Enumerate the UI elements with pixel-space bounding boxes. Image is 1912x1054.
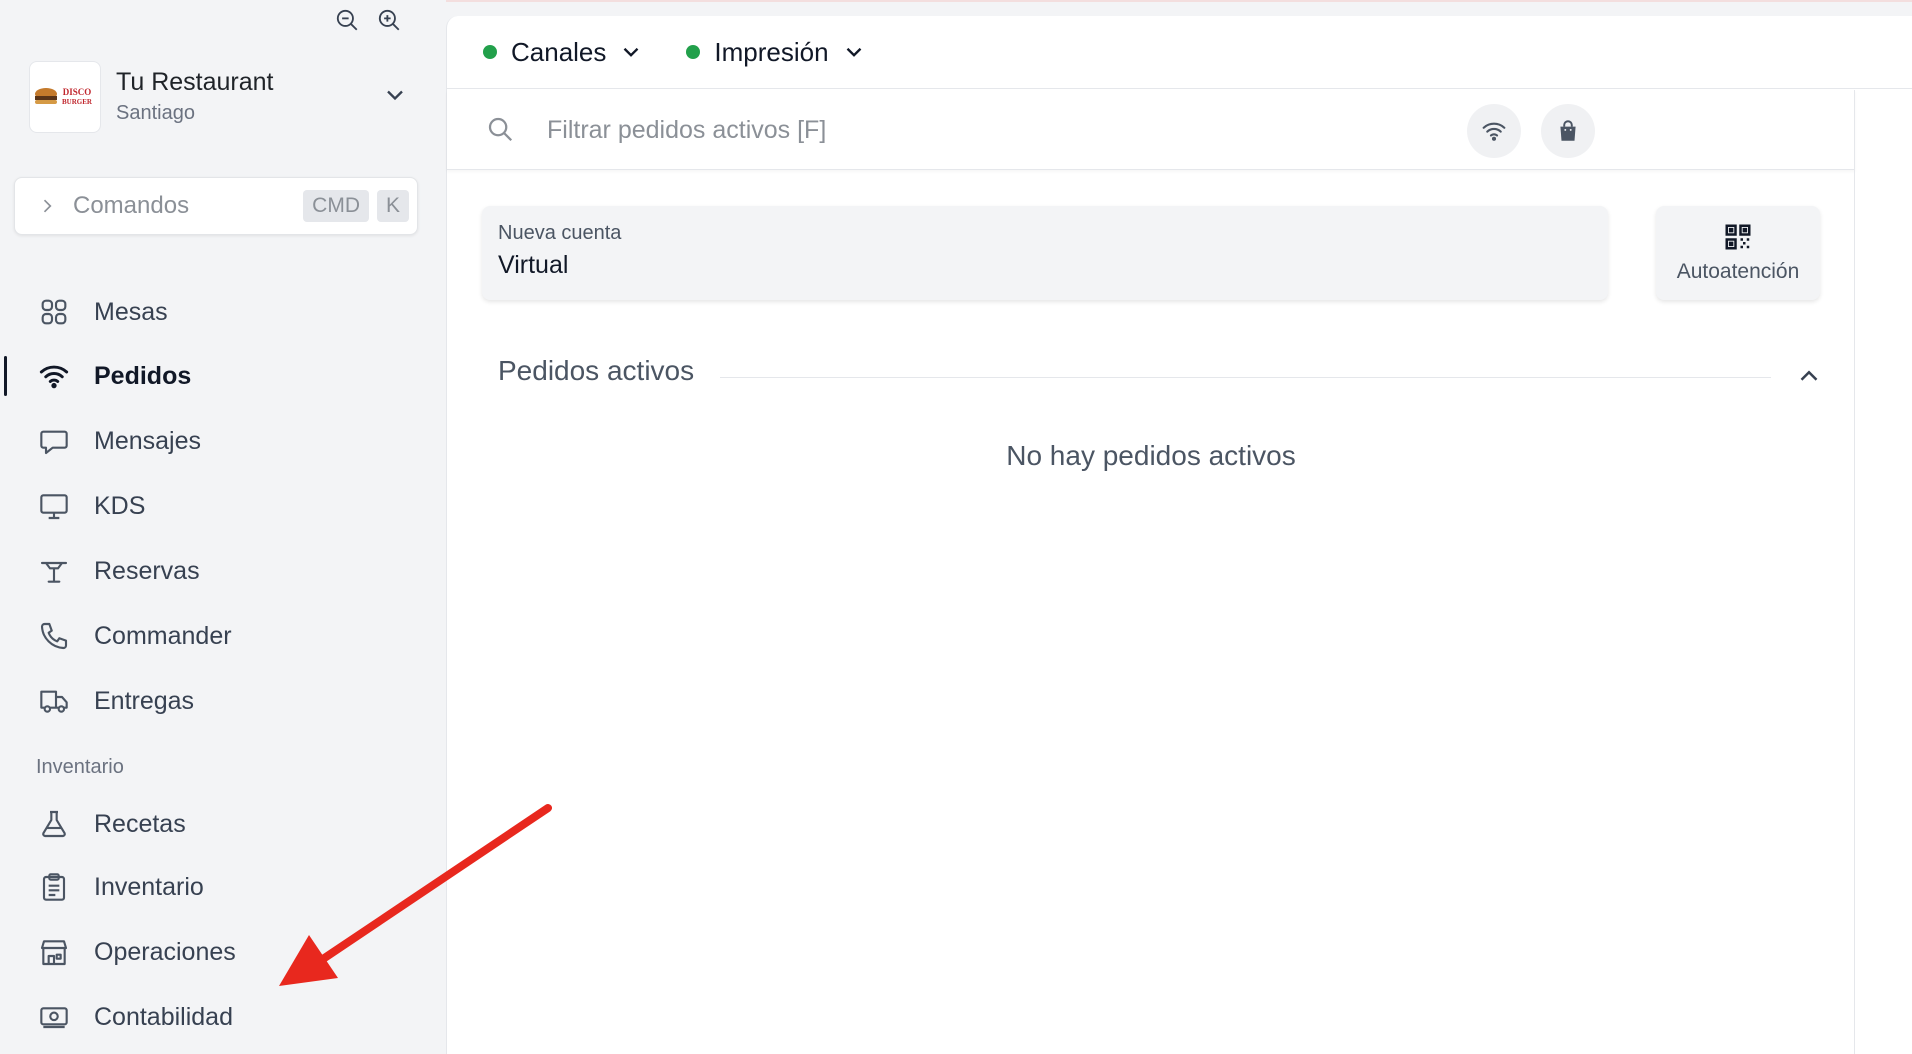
active-orders-heading: Pedidos activos bbox=[498, 355, 695, 386]
sidebar-item-contabilidad[interactable]: Contabilidad bbox=[38, 997, 233, 1037]
sidebar-item-kds[interactable]: KDS bbox=[38, 486, 145, 526]
sidebar-item-label: Contabilidad bbox=[94, 1002, 233, 1031]
chevron-down-icon bbox=[624, 47, 639, 57]
sidebar-item-label: KDS bbox=[94, 491, 146, 520]
grid-icon bbox=[41, 299, 67, 325]
chat-bubble-icon bbox=[40, 430, 68, 455]
qr-code-icon bbox=[1725, 224, 1751, 250]
command-palette-button[interactable]: Comandos CMD K bbox=[14, 177, 418, 235]
self-service-label: Autoatención bbox=[1676, 260, 1800, 283]
wifi-orders-button[interactable] bbox=[1467, 104, 1521, 158]
svg-text:DISCO: DISCO bbox=[63, 87, 92, 97]
new-account-title: Nueva cuenta bbox=[498, 222, 622, 244]
sidebar-item-label: Recetas bbox=[94, 809, 186, 838]
store-icon bbox=[40, 940, 68, 966]
sidebar: DISCO BURGER Tu Restaurant Santiago Coma… bbox=[0, 0, 446, 1054]
flask-icon bbox=[42, 810, 66, 838]
sidebar-item-inventario[interactable]: Inventario bbox=[38, 867, 204, 907]
new-account-button[interactable]: Nueva cuenta Virtual bbox=[482, 206, 1608, 300]
wifi-icon bbox=[1482, 122, 1506, 141]
section-label-inventario: Inventario bbox=[36, 756, 124, 778]
restaurant-name: Tu Restaurant bbox=[116, 68, 274, 96]
new-account-value: Virtual bbox=[498, 251, 569, 279]
empty-orders-message: No hay pedidos activos bbox=[1006, 440, 1296, 471]
truck-icon bbox=[40, 690, 68, 713]
sidebar-item-recetas[interactable]: Recetas bbox=[38, 804, 186, 844]
restaurant-selector[interactable]: DISCO BURGER Tu Restaurant Santiago bbox=[29, 61, 409, 133]
command-label: Comandos bbox=[73, 192, 190, 219]
sidebar-item-commander[interactable]: Commander bbox=[38, 616, 232, 656]
sidebar-item-label: Commander bbox=[94, 621, 232, 650]
shortcut-key-cmd: CMD bbox=[303, 190, 369, 222]
shopping-bag-button[interactable] bbox=[1541, 104, 1595, 158]
chevron-down-icon bbox=[846, 47, 861, 57]
main-panel: Canales Impresión Nueva cuenta Virtual A… bbox=[446, 16, 1912, 1054]
top-status-bar: Canales Impresión bbox=[447, 16, 1912, 89]
sidebar-item-label: Pedidos bbox=[94, 361, 192, 390]
sidebar-item-label: Operaciones bbox=[94, 937, 236, 966]
section-divider bbox=[720, 377, 1771, 378]
channels-dropdown[interactable]: Canales bbox=[483, 37, 644, 68]
chevron-right-icon bbox=[43, 199, 52, 213]
restaurant-city: Santiago bbox=[116, 102, 195, 124]
sidebar-item-operaciones[interactable]: Operaciones bbox=[38, 932, 236, 972]
channels-status-dot bbox=[483, 45, 497, 59]
sidebar-item-mesas[interactable]: Mesas bbox=[38, 292, 168, 332]
table-icon bbox=[40, 561, 68, 583]
sidebar-item-mensajes[interactable]: Mensajes bbox=[38, 421, 201, 461]
channels-label: Canales bbox=[511, 36, 607, 67]
sidebar-item-label: Reservas bbox=[94, 556, 200, 585]
shortcut-key-k: K bbox=[376, 190, 409, 222]
sidebar-item-label: Mensajes bbox=[94, 426, 201, 455]
sidebar-item-entregas[interactable]: Entregas bbox=[38, 681, 194, 721]
printing-status-dot bbox=[686, 45, 701, 59]
sidebar-item-pedidos[interactable]: Pedidos bbox=[38, 356, 191, 396]
chevron-down-icon[interactable] bbox=[381, 81, 409, 109]
sidebar-item-label: Inventario bbox=[94, 872, 204, 901]
self-service-button[interactable]: Autoatención bbox=[1656, 206, 1820, 300]
clipboard-icon bbox=[42, 873, 66, 901]
sidebar-item-label: Mesas bbox=[94, 297, 168, 326]
active-indicator bbox=[4, 356, 7, 396]
sidebar-item-label: Entregas bbox=[94, 686, 195, 715]
panel-divider bbox=[1854, 90, 1855, 1054]
order-filter-input[interactable] bbox=[547, 110, 1597, 150]
printing-label: Impresión bbox=[714, 36, 829, 67]
monitor-icon bbox=[40, 494, 68, 520]
sidebar-item-reservas[interactable]: Reservas bbox=[38, 551, 200, 591]
wifi-icon bbox=[39, 365, 69, 389]
restaurant-logo: DISCO BURGER bbox=[29, 61, 101, 133]
zoom-in-icon[interactable] bbox=[375, 6, 403, 34]
shopping-bag-icon bbox=[1560, 120, 1576, 141]
chevron-up-icon[interactable] bbox=[1794, 361, 1824, 391]
cash-icon bbox=[40, 1007, 68, 1029]
zoom-out-icon[interactable] bbox=[333, 6, 361, 34]
search-icon bbox=[488, 117, 513, 142]
phone-icon bbox=[40, 622, 68, 650]
order-filter-bar bbox=[447, 90, 1855, 170]
printing-dropdown[interactable]: Impresión bbox=[686, 37, 866, 68]
svg-text:BURGER: BURGER bbox=[62, 98, 93, 106]
